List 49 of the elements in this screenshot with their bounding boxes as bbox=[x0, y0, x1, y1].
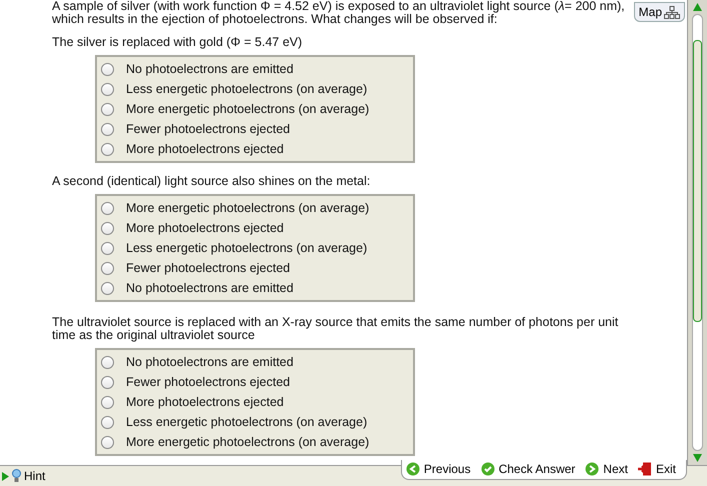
question-prompt: The ultraviolet source is replaced with an X-ray source that emits the same number of photons per unit time as the original ultraviolet source bbox=[52, 316, 620, 342]
radio-button[interactable] bbox=[101, 282, 114, 294]
nav-button[interactable]: Check Answer bbox=[480, 462, 576, 476]
answer-option[interactable]: Less energetic photoelectrons (on average) bbox=[101, 79, 413, 99]
radio-button[interactable] bbox=[101, 376, 114, 388]
answer-option[interactable]: More energetic photoelectrons (on average) bbox=[101, 432, 413, 452]
map-button[interactable]: Map bbox=[634, 2, 685, 22]
radio-button[interactable] bbox=[101, 222, 114, 234]
radio-button[interactable] bbox=[101, 142, 114, 156]
radio-button[interactable] bbox=[101, 436, 114, 448]
nav-button[interactable]: Previous bbox=[406, 462, 471, 476]
answer-option[interactable]: Less energetic photoelectrons (on average) bbox=[101, 238, 413, 258]
down-arrow-icon[interactable] bbox=[693, 454, 702, 462]
radio-button[interactable] bbox=[101, 356, 114, 368]
up-arrow-icon[interactable] bbox=[693, 3, 702, 11]
lightbulb-icon bbox=[12, 469, 21, 483]
answer-option[interactable]: Fewer photoelectrons ejected bbox=[101, 258, 413, 278]
question-prompt: The silver is replaced with gold (Φ = 5.47 eV) bbox=[52, 36, 304, 49]
radio-button[interactable] bbox=[101, 396, 114, 408]
answer-option[interactable]: Fewer photoelectrons ejected bbox=[101, 119, 413, 139]
hint-button[interactable]: Hint bbox=[12, 469, 46, 483]
radio-button[interactable] bbox=[101, 62, 114, 76]
radio-button[interactable] bbox=[101, 262, 114, 274]
nav-button[interactable]: Next bbox=[585, 462, 628, 476]
scrollbar-track[interactable] bbox=[692, 14, 703, 451]
exit-door-icon bbox=[638, 462, 652, 476]
answer-option[interactable]: No photoelectrons are emitted bbox=[101, 278, 413, 298]
answer-option[interactable]: More energetic photoelectrons (on average) bbox=[101, 198, 413, 218]
play-triangle-icon bbox=[2, 472, 9, 480]
radio-button[interactable] bbox=[101, 82, 114, 96]
answer-option[interactable]: Fewer photoelectrons ejected bbox=[101, 372, 413, 392]
answer-option[interactable]: Less energetic photoelectrons (on average) bbox=[101, 412, 413, 432]
question-prompt: A second (identical) light source also shines on the metal: bbox=[52, 175, 372, 188]
radio-button[interactable] bbox=[101, 416, 114, 428]
scrollbar-thumb[interactable] bbox=[693, 40, 702, 322]
radio-button[interactable] bbox=[101, 102, 114, 116]
nav-button[interactable]: Exit bbox=[638, 462, 676, 476]
question-text: A sample of silver (with work function Φ = 4.52 eV) is exposed to an ultraviolet light source (λ= 200 nm), which results in the ejection of photoelectrons. What changes will be observed if: bbox=[52, 0, 626, 26]
radio-button[interactable] bbox=[101, 122, 114, 136]
hierarchy-icon bbox=[664, 6, 680, 18]
radio-button[interactable] bbox=[101, 202, 114, 214]
answer-option[interactable]: More energetic photoelectrons (on average) bbox=[101, 99, 413, 119]
answer-option[interactable]: No photoelectrons are emitted bbox=[101, 59, 413, 79]
answer-option[interactable]: More photoelectrons ejected bbox=[101, 139, 413, 159]
radio-button[interactable] bbox=[101, 242, 114, 254]
answer-option[interactable]: More photoelectrons ejected bbox=[101, 392, 413, 412]
scrollbar[interactable] bbox=[687, 0, 707, 465]
answer-option[interactable]: More photoelectrons ejected bbox=[101, 218, 413, 238]
answer-option[interactable]: No photoelectrons are emitted bbox=[101, 352, 413, 372]
